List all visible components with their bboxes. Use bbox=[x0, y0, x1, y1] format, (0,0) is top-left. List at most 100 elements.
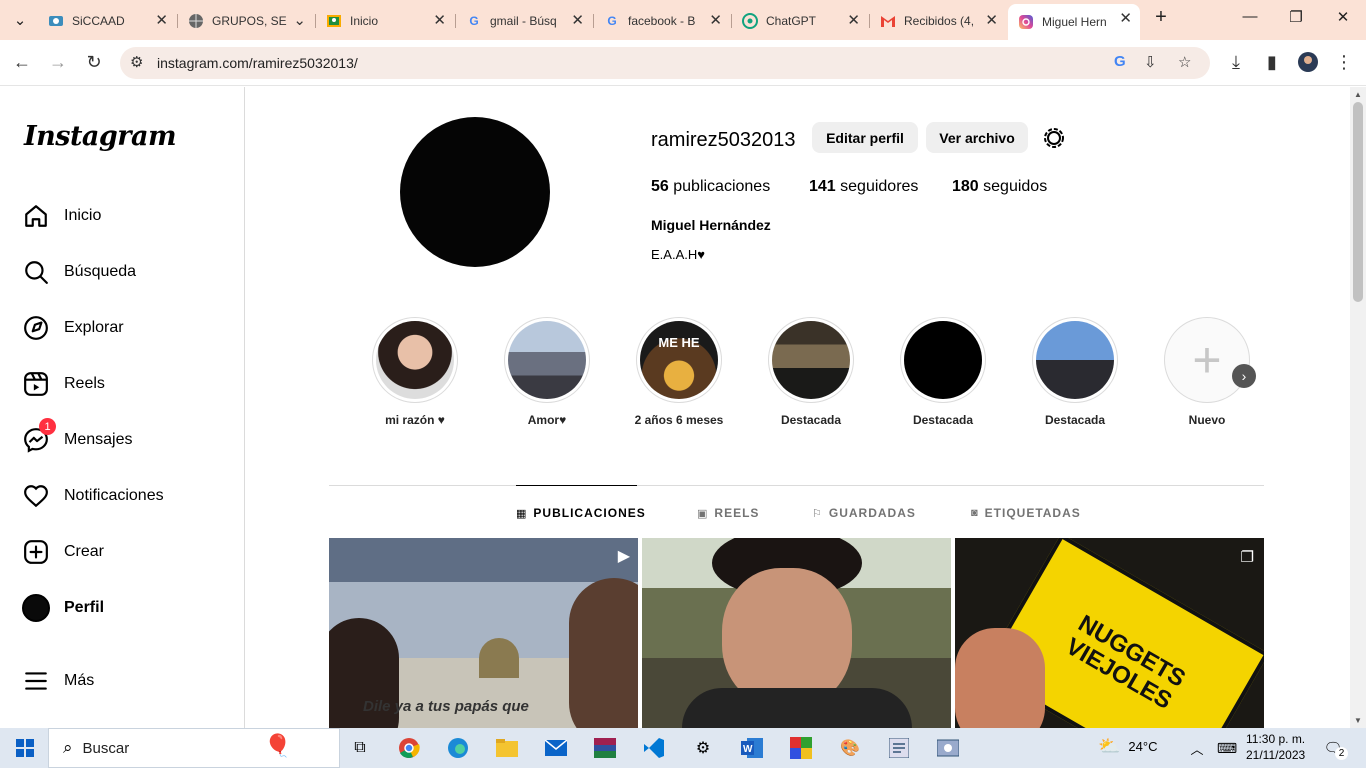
browser-tab-siccaad[interactable]: SiCCAAD ✕ bbox=[38, 6, 176, 36]
scrollbar-thumb[interactable] bbox=[1353, 102, 1363, 302]
edit-profile-button[interactable]: Editar perfil bbox=[812, 122, 918, 153]
taskbar-search-box[interactable]: ⌕ Buscar 🎈 bbox=[48, 728, 340, 768]
story-highlight[interactable]: ME HE 2 años 6 meses bbox=[634, 317, 724, 427]
post-thumbnail[interactable]: Dile ya a tus papás que ▶ bbox=[329, 538, 638, 728]
close-icon[interactable]: ✕ bbox=[433, 13, 446, 28]
vscode-icon[interactable] bbox=[641, 736, 667, 760]
tab-search-button[interactable]: ⌄ bbox=[8, 11, 32, 29]
reload-icon[interactable]: ↻ bbox=[82, 52, 106, 72]
story-highlight[interactable]: Amor♥ bbox=[502, 317, 592, 427]
post-thumbnail[interactable] bbox=[642, 538, 951, 728]
settings-gear-icon[interactable] bbox=[1042, 126, 1066, 155]
file-explorer-icon[interactable] bbox=[494, 736, 520, 760]
profile-avatar-icon[interactable] bbox=[1296, 52, 1320, 76]
classroom-icon bbox=[326, 13, 342, 29]
followers-count[interactable]: 141 seguidores bbox=[809, 178, 918, 196]
svg-text:W: W bbox=[743, 744, 753, 755]
close-icon[interactable]: ✕ bbox=[847, 13, 860, 28]
story-highlight[interactable]: Destacada bbox=[898, 317, 988, 427]
paint-icon[interactable]: 🎨 bbox=[837, 736, 863, 760]
browser-tab-instagram-active[interactable]: Miguel Hern ✕ bbox=[1008, 4, 1140, 40]
unread-badge: 1 bbox=[39, 418, 56, 435]
minimize-icon[interactable]: — bbox=[1238, 8, 1262, 25]
tab-reels[interactable]: ▣ REELS bbox=[697, 506, 759, 520]
sidebar-item-busqueda[interactable]: Búsqueda bbox=[22, 256, 136, 288]
settings-icon[interactable]: ⚙ bbox=[690, 736, 716, 760]
profile-bio: E.A.A.H♥ bbox=[651, 247, 705, 262]
browser-menu-icon[interactable]: ⋮ bbox=[1332, 52, 1356, 72]
profile-username: ramirez5032013 bbox=[651, 129, 796, 151]
address-bar[interactable]: ⚙ instagram.com/ramirez5032013/ G ⇩ ☆ bbox=[120, 47, 1210, 79]
chevron-down-icon[interactable]: ⌄ bbox=[293, 13, 306, 28]
google-icon: G bbox=[469, 14, 479, 28]
sidebar-item-perfil[interactable]: Perfil bbox=[22, 592, 104, 624]
close-icon[interactable]: ✕ bbox=[155, 13, 168, 28]
sidebar-item-label: Más bbox=[64, 672, 95, 689]
chrome-taskbar-icon[interactable] bbox=[396, 736, 422, 760]
browser-tab-facebook-search[interactable]: G facebook - B ✕ bbox=[594, 6, 730, 36]
app-icon[interactable] bbox=[788, 736, 814, 760]
site-settings-icon[interactable]: ⚙ bbox=[130, 53, 143, 71]
restore-icon[interactable]: ❐ bbox=[1284, 8, 1308, 26]
browser-tab-gmail-inbox[interactable]: Recibidos (4, ✕ bbox=[870, 6, 1006, 36]
install-app-icon[interactable]: ⇩ bbox=[1144, 53, 1157, 71]
view-archive-button[interactable]: Ver archivo bbox=[926, 122, 1028, 153]
sidebar-item-mensajes[interactable]: 1 Mensajes bbox=[22, 418, 132, 456]
post-thumbnail[interactable]: NUGGETS VIEJOLES ❐ bbox=[955, 538, 1264, 728]
edge-taskbar-icon[interactable] bbox=[445, 736, 471, 760]
browser-tab-chatgpt[interactable]: ChatGPT ✕ bbox=[732, 6, 868, 36]
browser-tab-gmail-search[interactable]: G gmail - Búsq ✕ bbox=[456, 6, 592, 36]
task-view-icon[interactable]: ⧉ bbox=[347, 736, 373, 760]
weather-widget[interactable]: ⛅ 24°C bbox=[1098, 736, 1157, 757]
back-icon[interactable]: ← bbox=[10, 52, 34, 72]
google-lens-icon[interactable]: G bbox=[1114, 53, 1126, 70]
profile-avatar[interactable] bbox=[400, 117, 550, 267]
tabs-divider bbox=[329, 485, 1264, 486]
close-icon[interactable]: ✕ bbox=[985, 13, 998, 28]
mail-icon[interactable] bbox=[543, 736, 569, 760]
notifications-icon[interactable]: 🗨 2 bbox=[1320, 736, 1348, 760]
browser-tab-grupos[interactable]: GRUPOS, SE ⌄ bbox=[178, 6, 314, 36]
bookmark-star-icon[interactable]: ☆ bbox=[1178, 53, 1191, 71]
input-method-icon[interactable]: ⌨ bbox=[1214, 736, 1240, 760]
tab-publicaciones[interactable]: ▦ PUBLICACIONES bbox=[516, 506, 646, 520]
reels-icon: ▣ bbox=[697, 507, 709, 520]
sidebar-item-explorar[interactable]: Explorar bbox=[22, 312, 124, 344]
active-tab-indicator bbox=[516, 485, 637, 486]
story-highlight[interactable]: Destacada bbox=[766, 317, 856, 427]
story-highlight[interactable]: mi razón ♥ bbox=[370, 317, 460, 427]
chevron-right-icon[interactable]: › bbox=[1232, 364, 1256, 388]
browser-tab-inicio[interactable]: Inicio ✕ bbox=[316, 6, 454, 36]
gmail-icon bbox=[880, 13, 896, 29]
sidebar-item-notificaciones[interactable]: Notificaciones bbox=[22, 480, 164, 512]
side-panel-icon[interactable]: ▮ bbox=[1260, 52, 1284, 72]
new-tab-icon[interactable]: + bbox=[1149, 6, 1173, 29]
snipping-tool-icon[interactable] bbox=[935, 736, 961, 760]
sidebar-item-crear[interactable]: Crear bbox=[22, 536, 104, 568]
windows-taskbar: ⌕ Buscar 🎈 ⧉ ⚙ W 🎨 ⛅ 24°C ︿ ⌨ 11:30 p. m… bbox=[0, 728, 1366, 768]
page-scrollbar[interactable]: ▲ ▼ bbox=[1350, 87, 1366, 728]
forward-icon[interactable]: → bbox=[46, 52, 70, 72]
close-icon[interactable]: ✕ bbox=[571, 13, 584, 28]
tab-guardadas[interactable]: ⚐ GUARDADAS bbox=[812, 506, 916, 520]
sidebar-item-mas[interactable]: Más bbox=[22, 665, 94, 697]
notepad-icon[interactable] bbox=[886, 736, 912, 760]
taskbar-clock[interactable]: 11:30 p. m. 21/11/2023 bbox=[1246, 731, 1305, 763]
tab-etiquetadas[interactable]: ◙ ETIQUETADAS bbox=[971, 506, 1081, 520]
windows-start-icon[interactable] bbox=[12, 736, 38, 760]
chatgpt-icon bbox=[742, 13, 758, 29]
winrar-icon[interactable] bbox=[592, 736, 618, 760]
word-icon[interactable]: W bbox=[739, 736, 765, 760]
sidebar-item-reels[interactable]: Reels bbox=[22, 368, 105, 400]
sidebar-item-inicio[interactable]: Inicio bbox=[22, 200, 101, 232]
close-icon[interactable]: ✕ bbox=[709, 13, 722, 28]
url-text[interactable]: instagram.com/ramirez5032013/ bbox=[157, 55, 358, 71]
chevron-up-icon[interactable]: ︿ bbox=[1184, 736, 1210, 760]
story-highlight[interactable]: Destacada bbox=[1030, 317, 1120, 427]
compass-icon bbox=[22, 314, 50, 342]
close-icon[interactable]: ✕ bbox=[1119, 11, 1132, 26]
instagram-logo[interactable]: Instagram bbox=[24, 121, 177, 152]
close-window-icon[interactable]: ✕ bbox=[1331, 8, 1355, 26]
downloads-icon[interactable]: ⤓ bbox=[1224, 52, 1248, 72]
following-count[interactable]: 180 seguidos bbox=[952, 178, 1047, 196]
